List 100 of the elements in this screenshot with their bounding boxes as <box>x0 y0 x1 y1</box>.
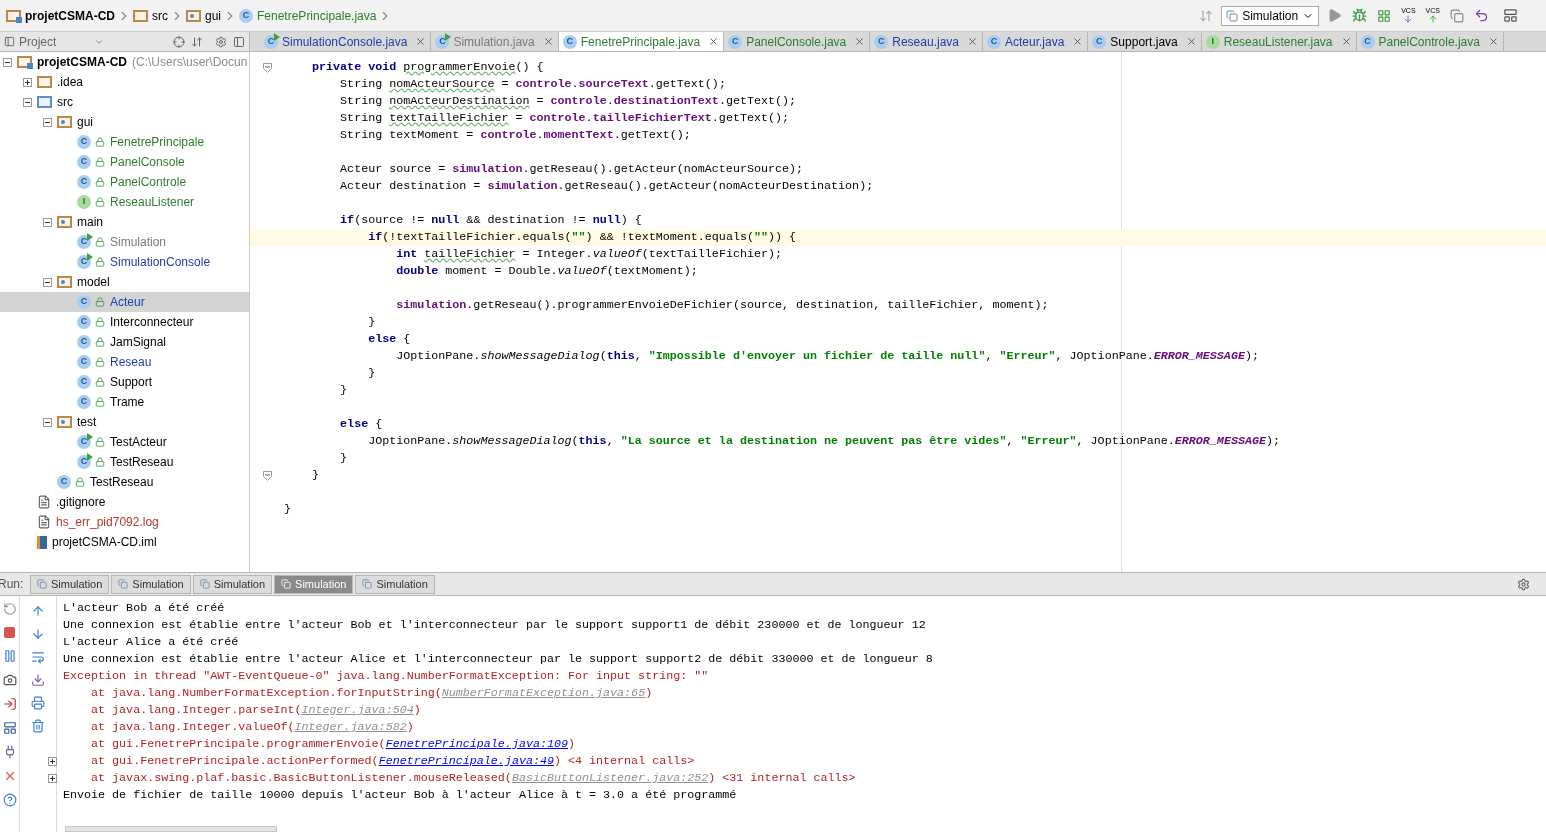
tree-item[interactable]: hs_err_pid7092.log <box>0 512 249 532</box>
lock-icon <box>75 477 85 487</box>
tree-item[interactable]: src <box>0 92 249 112</box>
collapse-all-icon[interactable] <box>191 35 203 48</box>
arrow-down-icon <box>1403 14 1414 24</box>
close-icon[interactable] <box>415 36 427 47</box>
hide-panel-icon[interactable] <box>233 35 245 48</box>
print-icon[interactable] <box>31 696 45 710</box>
class-icon: C <box>562 34 577 49</box>
panel-icon <box>4 36 15 47</box>
tree-item[interactable]: C TestReseau <box>0 472 249 492</box>
fold-marker-icon[interactable] <box>262 62 272 73</box>
tree-label: src <box>57 94 73 111</box>
tree-item[interactable]: projetCSMA-CD.iml <box>0 532 249 552</box>
close-icon[interactable] <box>1185 36 1197 47</box>
tree-item[interactable]: C Support <box>0 372 249 392</box>
tree-item[interactable]: test <box>0 412 249 432</box>
tree-item[interactable]: main <box>0 212 249 232</box>
run-config-dropdown[interactable]: Simulation <box>1221 5 1320 26</box>
settings-icon[interactable] <box>1517 577 1530 591</box>
run-tab[interactable]: Simulation <box>111 574 191 594</box>
rerun-icon[interactable] <box>2 602 17 616</box>
debug-icon[interactable] <box>1352 8 1368 23</box>
collapse-icon[interactable] <box>23 97 32 107</box>
tree-item[interactable]: C Simulation <box>0 232 249 252</box>
wrap-icon[interactable] <box>31 650 45 664</box>
tree-item[interactable]: C SimulationConsole <box>0 252 249 272</box>
breadcrumb-item[interactable]: projetCSMA-CD <box>4 6 117 25</box>
arrow-up-icon[interactable] <box>31 604 45 618</box>
window-icon <box>362 579 373 589</box>
tree-item[interactable]: C Interconnecteur <box>0 312 249 332</box>
breadcrumb-item[interactable]: C FenetrePrincipale.java <box>237 6 379 25</box>
expand-icon[interactable] <box>23 77 32 87</box>
tree-item[interactable]: .gitignore <box>0 492 249 512</box>
settings-icon[interactable] <box>215 35 227 48</box>
help-icon[interactable] <box>2 793 17 807</box>
scroll-to-end-icon[interactable] <box>31 673 45 687</box>
code-line: Acteur source = simulation.getReseau().getActeur(nomActeurSource); <box>339 160 803 178</box>
class-icon: C <box>77 175 91 189</box>
run-tab[interactable]: Simulation <box>192 574 273 594</box>
fold-marker-icon[interactable] <box>262 470 272 481</box>
tree-label: JamSignal <box>110 334 167 351</box>
class-icon: C <box>77 355 91 369</box>
exit-icon[interactable] <box>2 697 17 711</box>
structure-icon[interactable] <box>1503 8 1518 23</box>
collapse-icon[interactable] <box>43 277 52 287</box>
close-icon[interactable] <box>1487 36 1499 47</box>
close-icon[interactable] <box>1072 36 1084 47</box>
run-tab[interactable]: Simulation <box>30 574 110 594</box>
close-icon[interactable] <box>854 36 866 47</box>
editor-tab[interactable]: C FenetrePrincipale.java <box>558 32 725 51</box>
console-line: L'acteur Bob a été créé <box>63 599 225 617</box>
collapse-icon[interactable] <box>43 117 52 127</box>
tree-item[interactable]: C PanelConsole <box>0 152 249 172</box>
runnable-class-icon: C <box>77 455 91 469</box>
pause-icon[interactable] <box>2 649 17 663</box>
tree-item[interactable]: C Trame <box>0 392 249 412</box>
undo-icon[interactable] <box>1474 8 1489 23</box>
close-icon[interactable] <box>708 36 720 47</box>
run-icon[interactable] <box>1327 8 1343 23</box>
run-tab[interactable]: Simulation <box>355 574 435 594</box>
locate-icon[interactable] <box>173 35 185 48</box>
layout-icon[interactable] <box>2 721 17 735</box>
tree-item[interactable]: gui <box>0 112 249 132</box>
collapse-icon[interactable] <box>43 417 52 427</box>
coverage-icon[interactable] <box>1377 8 1392 23</box>
breadcrumb-item[interactable]: src <box>131 6 170 25</box>
console-line: at gui.FenetrePrincipale.programmerEnvoie(FenetrePrincipale.java:109) <box>90 735 575 753</box>
camera-icon[interactable] <box>2 673 17 687</box>
runnable-class-icon: C <box>264 34 278 49</box>
arrow-down-icon[interactable] <box>31 627 45 641</box>
collapse-icon[interactable] <box>3 57 12 67</box>
code-line: if(source != null && destination != null) { <box>339 211 642 229</box>
stop-icon[interactable] <box>3 626 16 639</box>
collapse-icon[interactable] <box>43 217 52 227</box>
close-icon[interactable] <box>967 36 978 47</box>
tree-item[interactable]: C Acteur <box>0 292 249 312</box>
tree-item[interactable]: C Reseau <box>0 352 249 372</box>
close-icon[interactable] <box>1340 36 1352 47</box>
tree-item[interactable]: .idea <box>0 72 249 92</box>
close-icon[interactable] <box>542 36 554 47</box>
expand-icon[interactable] <box>48 757 57 766</box>
tree-item[interactable]: C TestActeur <box>0 432 249 452</box>
trash-icon[interactable] <box>31 719 45 733</box>
tree-item[interactable]: projetCSMA-CD (C:\Users\user\Docun <box>0 52 249 72</box>
tree-item[interactable]: C TestReseau <box>0 452 249 472</box>
module-file-icon <box>37 535 47 549</box>
tree-item[interactable]: model <box>0 272 249 292</box>
tree-label: test <box>77 414 97 431</box>
module-icon <box>6 9 21 22</box>
window-icon <box>199 579 210 589</box>
breadcrumb-item[interactable]: gui <box>184 6 223 25</box>
project-view-dropdown[interactable]: Project <box>4 32 104 51</box>
tree-item[interactable]: C JamSignal <box>0 332 249 352</box>
tree-item[interactable]: I ReseauListener <box>0 192 249 212</box>
expand-icon[interactable] <box>48 774 57 783</box>
compare-icon[interactable] <box>1450 8 1464 23</box>
tree-item[interactable]: C PanelControle <box>0 172 249 192</box>
code-line: } <box>339 449 348 467</box>
tree-item[interactable]: C FenetrePrincipale <box>0 132 249 152</box>
